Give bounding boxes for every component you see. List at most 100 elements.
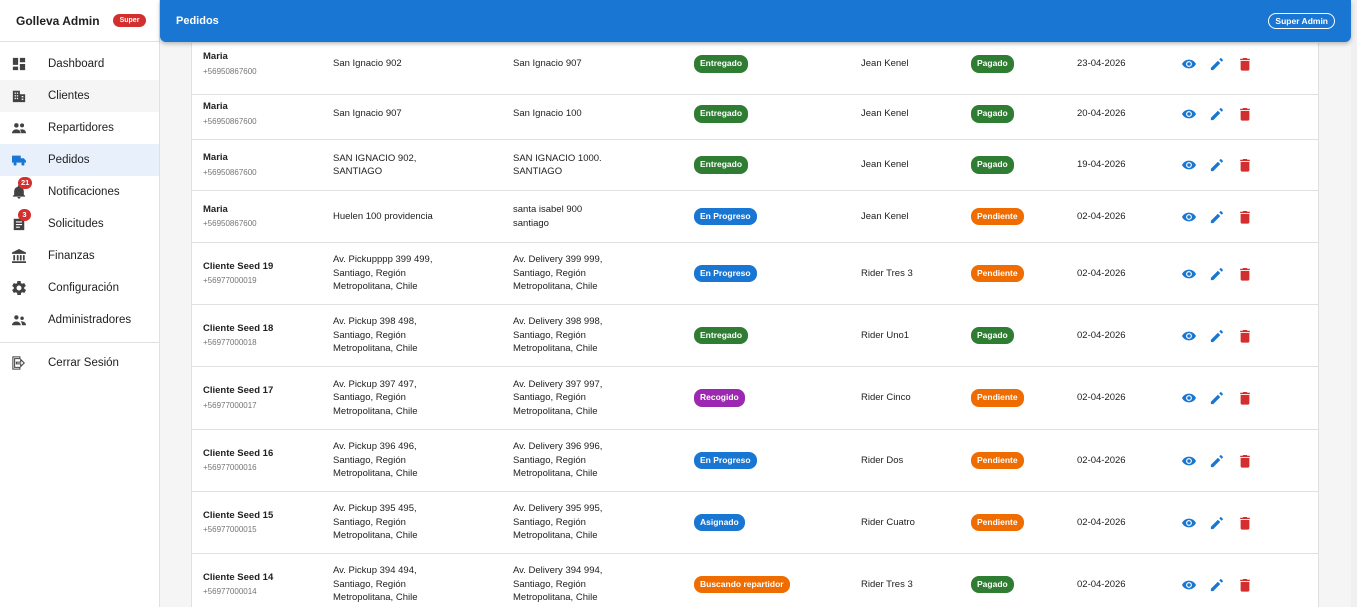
view-icon[interactable] [1182,57,1196,71]
customer-cell: Maria +56950867600 [203,89,323,139]
delete-icon[interactable] [1238,454,1252,468]
order-date-text: 20-04-2026 [1077,108,1126,120]
edit-icon[interactable] [1210,267,1224,281]
edit-icon[interactable] [1210,329,1224,343]
order-date-text: 02-04-2026 [1077,267,1126,279]
rider-name-text: Jean Kenel [861,159,909,171]
order-date: 02-04-2026 [1077,367,1157,429]
customer-name: Maria [203,101,228,112]
delivery-address-line: Santiago, Región [513,329,586,341]
sidebar-item-solicitudes[interactable]: 3 Solicitudes [0,208,159,240]
sidebar-item-finanzas[interactable]: Finanzas [0,240,159,272]
rider-name-text: Jean Kenel [861,58,909,70]
edit-icon[interactable] [1210,158,1224,172]
delete-icon[interactable] [1238,516,1252,530]
page-scrollbar[interactable] [1351,0,1357,607]
sidebar-item-dashboard[interactable]: Dashboard [0,48,159,80]
view-icon[interactable] [1182,158,1196,172]
sidebar: Golleva Admin Super Dashboard Clientes Rep… [0,0,160,607]
sidebar-item-pedidos[interactable]: Pedidos [0,144,159,176]
status-cell: Recogido [694,367,844,429]
order-date-text: 02-04-2026 [1077,210,1126,222]
view-icon[interactable] [1182,454,1196,468]
page-title: Pedidos [176,15,219,27]
edit-icon[interactable] [1210,57,1224,71]
edit-icon[interactable] [1210,391,1224,405]
customer-phone: +56977000016 [203,463,257,472]
view-icon[interactable] [1182,516,1196,530]
delivery-address-line: Av. Delivery 398 998, [513,316,603,328]
role-chip: Super Admin [1268,13,1335,29]
table-row: Maria +56950867600 San Ignacio 907 San Igna… [192,89,1318,140]
view-icon[interactable] [1182,210,1196,224]
logout-button[interactable]: Cerrar Sesión [0,347,159,379]
delete-icon[interactable] [1238,210,1252,224]
order-date-text: 02-04-2026 [1077,454,1126,466]
pickup-address-line: Huelen 100 providencia [333,210,433,222]
sidebar-item-label: Solicitudes [48,218,104,230]
customer-phone: +56950867600 [203,116,257,126]
sidebar-item-clientes[interactable]: Clientes [0,80,159,112]
customer-cell: Cliente Seed 15 +56977000015 [203,492,323,553]
rider-name-text: Rider Tres 3 [861,267,913,279]
delete-icon[interactable] [1238,329,1252,343]
order-date-text: 02-04-2026 [1077,392,1126,404]
order-date: 19-04-2026 [1077,140,1157,190]
sidebar-item-notificaciones[interactable]: 21 Notificaciones [0,176,159,208]
status-cell: Entregado [694,305,844,366]
pickup-address: Av. Pickup 395 495, Santiago, Región Metro… [333,492,503,553]
rider-name: Rider Dos [861,430,961,491]
customer-name: Maria [203,51,228,62]
pickup-address-line: Santiago, Región [333,454,406,466]
pickup-address: Av. Pickup 398 498, Santiago, Región Metro… [333,305,503,366]
edit-icon[interactable] [1210,454,1224,468]
customer-cell: Maria +56950867600 [203,140,323,190]
delete-icon[interactable] [1238,267,1252,281]
customer-cell: Maria +56950867600 [203,43,323,94]
row-actions [1182,367,1262,429]
rider-name: Jean Kenel [861,43,961,94]
order-date: 02-04-2026 [1077,554,1157,607]
delete-icon[interactable] [1238,391,1252,405]
delete-icon[interactable] [1238,57,1252,71]
customer-name: Maria [203,203,228,215]
delete-icon[interactable] [1238,158,1252,172]
edit-icon[interactable] [1210,210,1224,224]
pickup-address: Av. Pickup 396 496, Santiago, Región Metro… [333,430,503,491]
delivery-address-line: Santiago, Región [513,578,586,590]
sidebar-item-configuraci-n[interactable]: Configuración [0,272,159,304]
customer-name: Cliente Seed 15 [203,509,274,521]
delivery-address: Av. Delivery 395 995, Santiago, Región Met… [513,492,683,553]
view-icon[interactable] [1182,107,1196,121]
delivery-address-line: Metropolitana, Chile [513,343,598,355]
view-icon[interactable] [1182,391,1196,405]
customer-phone: +56977000019 [203,276,257,285]
row-actions [1182,554,1262,607]
sidebar-item-label: Pedidos [48,154,90,166]
delivery-address-line: santiago [513,217,549,229]
pickup-address: Av. Pickupppp 399 499, Santiago, Región Me… [333,243,503,304]
customer-cell: Cliente Seed 18 +56977000018 [203,305,323,366]
logout-label: Cerrar Sesión [48,357,119,369]
delivery-address-line: Metropolitana, Chile [513,530,598,542]
delete-icon[interactable] [1238,107,1252,121]
payment-badge: Pagado [971,575,1014,594]
status-badge: Entregado [694,156,749,174]
edit-icon[interactable] [1210,516,1224,530]
row-actions [1182,191,1262,242]
sidebar-item-administradores[interactable]: Administradores [0,304,159,336]
delivery-address-line: Av. Delivery 396 996, [513,441,603,453]
truck-icon [12,153,26,167]
delete-icon[interactable] [1238,578,1252,592]
pickup-address-line: Metropolitana, Chile [333,468,418,480]
edit-icon[interactable] [1210,578,1224,592]
customer-phone: +56950867600 [203,66,257,76]
sidebar-item-repartidores[interactable]: Repartidores [0,112,159,144]
view-icon[interactable] [1182,267,1196,281]
customer-name: Cliente Seed 16 [203,447,274,459]
edit-icon[interactable] [1210,107,1224,121]
view-icon[interactable] [1182,329,1196,343]
delivery-address-line: santa isabel 900 [513,204,583,215]
view-icon[interactable] [1182,578,1196,592]
row-actions [1182,89,1262,139]
